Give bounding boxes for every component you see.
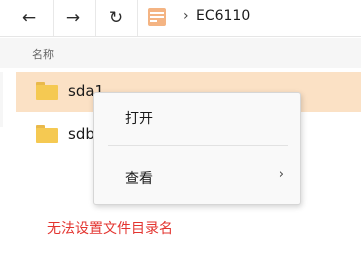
toolbar-divider bbox=[95, 0, 96, 36]
forward-icon[interactable]: → bbox=[58, 0, 88, 36]
menu-item-view[interactable]: 查看 › bbox=[94, 159, 300, 195]
refresh-icon[interactable]: ↻ bbox=[101, 0, 131, 36]
error-caption: 无法设置文件目录名 bbox=[47, 221, 173, 237]
back-icon[interactable]: ← bbox=[14, 0, 44, 36]
breadcrumb-current[interactable]: EC6110 bbox=[196, 8, 250, 24]
folder-icon bbox=[36, 125, 58, 143]
column-header-bar: 名称 bbox=[0, 38, 361, 68]
menu-item-label: 打开 bbox=[125, 111, 153, 127]
device-folder-icon bbox=[148, 8, 166, 26]
chevron-right-icon: › bbox=[278, 167, 284, 182]
toolbar-divider bbox=[137, 0, 138, 36]
explorer-toolbar: ← → ↻ › EC6110 bbox=[0, 0, 361, 37]
breadcrumb-chevron-icon: › bbox=[183, 8, 189, 24]
nav-pane-edge bbox=[0, 72, 3, 127]
context-menu: 打开 查看 › bbox=[93, 92, 301, 205]
menu-item-open[interactable]: 打开 bbox=[94, 99, 300, 135]
menu-divider bbox=[108, 145, 288, 146]
toolbar-divider bbox=[53, 0, 54, 36]
menu-item-label: 查看 bbox=[125, 171, 153, 187]
column-header-name[interactable]: 名称 bbox=[32, 46, 54, 62]
folder-icon bbox=[36, 82, 58, 100]
